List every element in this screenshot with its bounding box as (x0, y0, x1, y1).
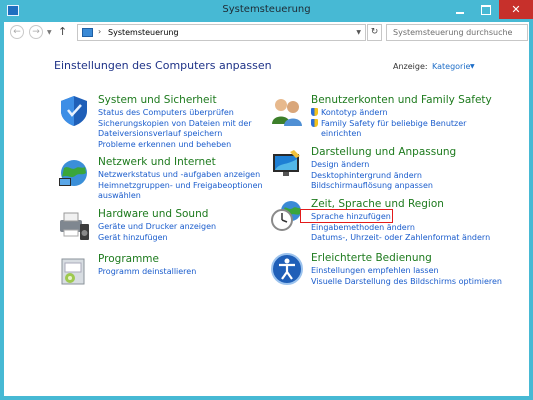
uac-shield-icon (311, 108, 318, 116)
link-homegroup-sharing[interactable]: Heimnetzgruppen- und Freigabeoptionen (98, 181, 298, 192)
link-add-device[interactable]: Gerät hinzufügen (98, 233, 298, 244)
ease-of-access-icon (271, 253, 303, 285)
link-family-safety-cont[interactable]: einrichten (311, 129, 511, 140)
programs-box-icon (61, 258, 85, 285)
link-network-status[interactable]: Netzwerkstatus und -aufgaben anzeigen (98, 170, 298, 181)
link-file-history-backup-cont[interactable]: Dateiversionsverlauf speichern (98, 129, 298, 140)
breadcrumb-systemsteuerung[interactable]: Systemsteuerung (108, 28, 179, 37)
link-family-safety[interactable]: Family Safety für beliebige Benutzer (311, 118, 511, 130)
category-title[interactable]: Programme (98, 253, 159, 265)
category-title[interactable]: Erleichterte Bedienung (311, 252, 432, 264)
view-mode-dropdown[interactable]: Kategorie (432, 62, 470, 71)
category-links: Geräte und Drucker anzeigen Gerät hinzuf… (98, 222, 298, 243)
category-links: Kontotyp ändern Family Safety für belieb… (311, 108, 511, 140)
clock-globe-icon (271, 201, 301, 231)
close-button[interactable]: ✕ (499, 0, 533, 19)
user-accounts-icon (272, 99, 302, 126)
search-placeholder: Systemsteuerung durchsuchen (393, 28, 513, 37)
minimize-button[interactable] (447, 0, 473, 19)
search-input[interactable]: Systemsteuerung durchsuchen (386, 24, 528, 41)
category-links: Programm deinstallieren (98, 267, 298, 278)
link-check-computer-status[interactable]: Status des Computers überprüfen (98, 108, 298, 119)
category-title[interactable]: Hardware und Sound (98, 208, 208, 220)
main-content: Einstellungen des Computers anpassen Anz… (4, 44, 529, 396)
control-panel-location-icon (82, 28, 93, 37)
category-links: Netzwerkstatus und -aufgaben anzeigen He… (98, 170, 298, 202)
category-title[interactable]: Netzwerk und Internet (98, 156, 216, 168)
address-field[interactable]: › Systemsteuerung › ▼ (77, 24, 366, 41)
link-screen-resolution[interactable]: Bildschirmauflösung anpassen (311, 181, 511, 192)
category-links: Einstellungen empfehlen lassen Visuelle … (311, 266, 511, 287)
address-bar: ← → ▼ ↑ › Systemsteuerung › ▼ ↻ Systemst… (4, 22, 529, 44)
printer-speaker-icon (60, 212, 89, 240)
category-title[interactable]: Darstellung und Anpassung (311, 146, 456, 158)
breadcrumb-separator-icon[interactable]: › (98, 27, 101, 36)
network-globe-icon (59, 160, 87, 186)
highlight-box (300, 209, 393, 223)
minimize-icon (456, 11, 464, 14)
link-desktop-background[interactable]: Desktophintergrund ändern (311, 171, 511, 182)
address-history-dropdown-icon[interactable]: ▼ (356, 29, 361, 36)
link-date-time-number-format[interactable]: Datums-, Uhrzeit- oder Zahlenformat ände… (311, 233, 511, 244)
control-panel-window: Systemsteuerung ✕ ← → ▼ ↑ › Systemsteuer… (0, 0, 533, 400)
forward-button[interactable]: → (29, 25, 43, 39)
refresh-button[interactable]: ↻ (367, 24, 382, 41)
breadcrumb-separator-icon[interactable]: › (173, 27, 176, 36)
link-change-input-methods[interactable]: Eingabemethoden ändern (311, 223, 511, 234)
page-title: Einstellungen des Computers anpassen (54, 59, 272, 72)
view-label: Anzeige: (393, 62, 428, 71)
link-file-history-backup[interactable]: Sicherungskopien von Dateien mit der (98, 119, 298, 130)
shield-icon (61, 96, 87, 126)
link-devices-printers[interactable]: Geräte und Drucker anzeigen (98, 222, 298, 233)
recent-locations-dropdown-icon[interactable]: ▼ (47, 29, 52, 36)
link-label[interactable]: Kontotyp ändern (321, 108, 388, 117)
uac-shield-icon (311, 118, 318, 127)
category-links: Design ändern Desktophintergrund ändern … (311, 160, 511, 192)
up-button[interactable]: ↑ (58, 25, 67, 38)
link-recommend-settings[interactable]: Einstellungen empfehlen lassen (311, 266, 511, 277)
link-homegroup-sharing-cont[interactable]: auswählen (98, 191, 298, 202)
maximize-icon (481, 4, 491, 15)
title-bar[interactable]: Systemsteuerung ✕ (0, 0, 533, 22)
link-change-theme[interactable]: Design ändern (311, 160, 511, 171)
category-title[interactable]: System und Sicherheit (98, 94, 217, 106)
category-links: Status des Computers überprüfen Sicherun… (98, 108, 298, 150)
back-button[interactable]: ← (10, 25, 24, 39)
link-uninstall-program[interactable]: Programm deinstallieren (98, 267, 298, 278)
maximize-button[interactable] (473, 0, 499, 19)
link-optimize-visual-display[interactable]: Visuelle Darstellung des Bildschirms opt… (311, 277, 511, 288)
link-troubleshoot[interactable]: Probleme erkennen und beheben (98, 140, 298, 151)
link-label[interactable]: Family Safety für beliebige Benutzer (321, 119, 466, 128)
link-change-account-type[interactable]: Kontotyp ändern (311, 108, 511, 119)
appearance-monitor-icon (273, 150, 300, 176)
category-title[interactable]: Benutzerkonten und Family Safety (311, 94, 492, 106)
view-mode-chevron-icon[interactable]: ▼ (470, 63, 475, 70)
